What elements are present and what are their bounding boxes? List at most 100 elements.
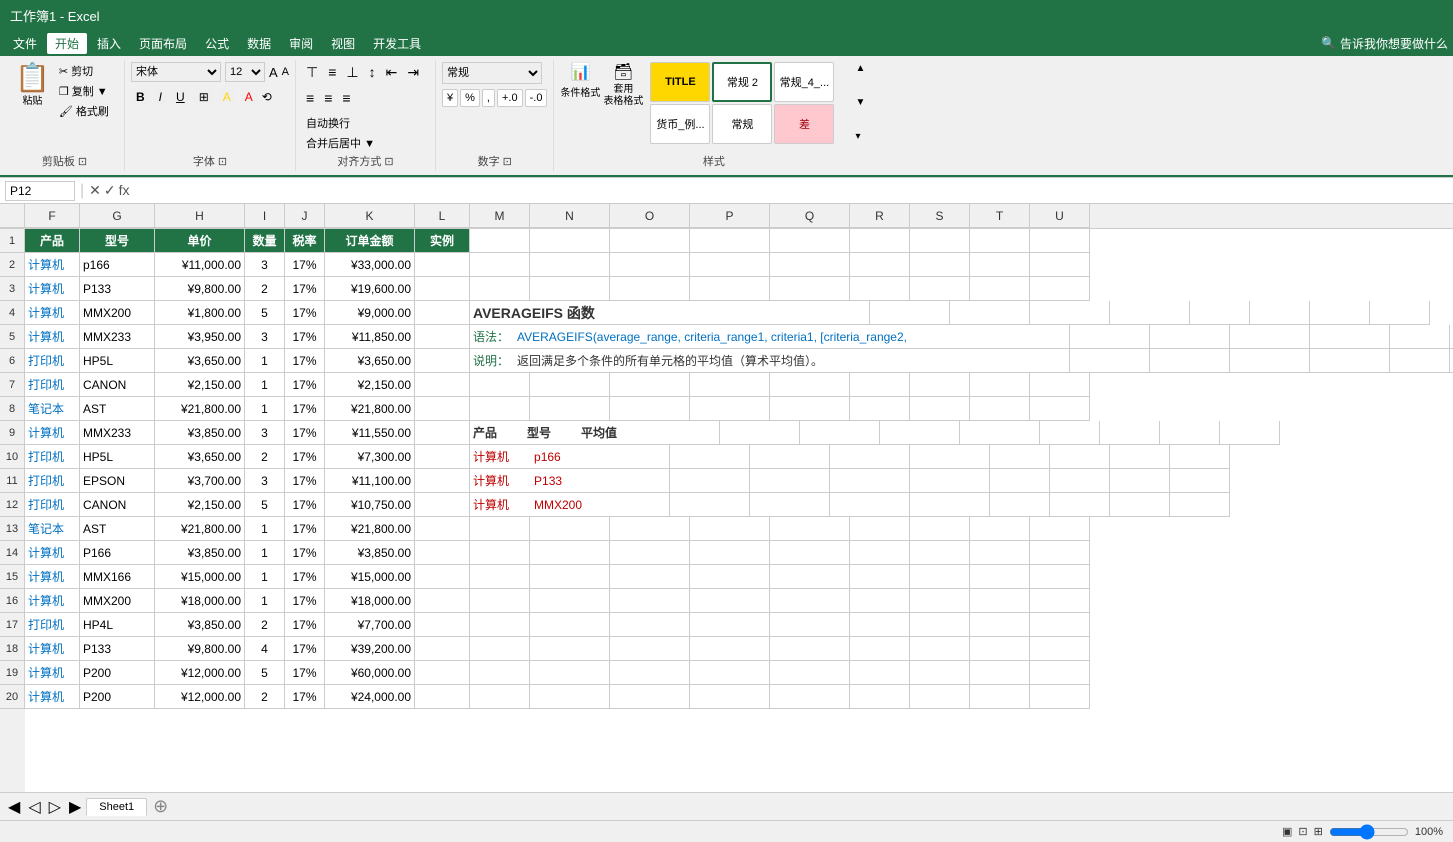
cell-r8[interactable] (850, 397, 910, 421)
copy-button[interactable]: ❒ 复制 ▼ (56, 82, 112, 100)
font-size-increase-button[interactable]: A (269, 65, 278, 80)
row-header-10[interactable]: 10 (0, 445, 25, 469)
insert-function-button[interactable]: fx (119, 182, 130, 199)
cell-m9[interactable]: 产品型号平均值 (470, 421, 720, 445)
cell-g3[interactable]: P133 (80, 277, 155, 301)
cell-j10[interactable]: 17% (285, 445, 325, 469)
cell-j3[interactable]: 17% (285, 277, 325, 301)
cell-p19[interactable] (690, 661, 770, 685)
cell-k16[interactable]: ¥18,000.00 (325, 589, 415, 613)
cell-k9[interactable]: ¥11,550.00 (325, 421, 415, 445)
cell-l9[interactable] (415, 421, 470, 445)
cell-l4[interactable] (415, 301, 470, 325)
cell-o17[interactable] (610, 613, 690, 637)
style-scroll-down-button[interactable]: ▼ (853, 96, 867, 110)
cell-s18[interactable] (910, 637, 970, 661)
cell-m3[interactable] (470, 277, 530, 301)
cell-n15[interactable] (530, 565, 610, 589)
row-header-6[interactable]: 6 (0, 349, 25, 373)
cell-q20[interactable] (770, 685, 850, 709)
cell-u18[interactable] (1030, 637, 1090, 661)
cell-n19[interactable] (530, 661, 610, 685)
cell-j7[interactable]: 17% (285, 373, 325, 397)
cell-j8[interactable]: 17% (285, 397, 325, 421)
font-size-decrease-button[interactable]: A (282, 66, 289, 78)
align-bottom-button[interactable]: ⊥ (342, 62, 362, 83)
row-header-20[interactable]: 20 (0, 685, 25, 709)
row-header-18[interactable]: 18 (0, 637, 25, 661)
cell-g20[interactable]: P200 (80, 685, 155, 709)
cell-g6[interactable]: HP5L (80, 349, 155, 373)
row-header-8[interactable]: 8 (0, 397, 25, 421)
cell-q11[interactable] (910, 469, 990, 493)
align-right-button[interactable]: ≡ (338, 88, 354, 108)
cell-i5[interactable]: 3 (245, 325, 285, 349)
cell-l19[interactable] (415, 661, 470, 685)
cell-f12[interactable]: 打印机 (25, 493, 80, 517)
menu-search[interactable]: 🔍 告诉我你想要做什么 (1321, 35, 1448, 52)
tab-nav-left[interactable]: ◀ (5, 797, 23, 817)
border-button[interactable]: ⊞ (194, 88, 214, 106)
cell-k13[interactable]: ¥21,800.00 (325, 517, 415, 541)
cell-m17[interactable] (470, 613, 530, 637)
cell-f8[interactable]: 笔记本 (25, 397, 80, 421)
cell-m16[interactable] (470, 589, 530, 613)
cell-l15[interactable] (415, 565, 470, 589)
col-header-g[interactable]: G (80, 204, 155, 228)
cell-f5[interactable]: 计算机 (25, 325, 80, 349)
paste-button[interactable]: 📋 粘贴 (11, 62, 54, 109)
cell-l14[interactable] (415, 541, 470, 565)
cell-t20[interactable] (970, 685, 1030, 709)
cell-r18[interactable] (850, 637, 910, 661)
cell-n9[interactable] (720, 421, 800, 445)
bold-button[interactable]: B (131, 88, 150, 106)
sheet-tab-sheet1[interactable]: Sheet1 (86, 798, 147, 816)
tab-nav-next[interactable]: ▷ (46, 797, 64, 817)
cell-p9[interactable] (880, 421, 960, 445)
menu-developer[interactable]: 开发工具 (365, 33, 429, 54)
cell-o5[interactable] (1150, 325, 1230, 349)
cell-l11[interactable] (415, 469, 470, 493)
cell-f16[interactable]: 计算机 (25, 589, 80, 613)
cell-g11[interactable]: EPSON (80, 469, 155, 493)
cell-f1[interactable]: 产品 (25, 229, 80, 253)
cell-r13[interactable] (850, 517, 910, 541)
row-header-11[interactable]: 11 (0, 469, 25, 493)
cell-t9[interactable] (1160, 421, 1220, 445)
cell-t1[interactable] (970, 229, 1030, 253)
col-header-o[interactable]: O (610, 204, 690, 228)
indent-increase-button[interactable]: ⇥ (403, 62, 423, 83)
col-header-h[interactable]: H (155, 204, 245, 228)
fill-color-button[interactable]: A (218, 88, 236, 106)
cell-k6[interactable]: ¥3,650.00 (325, 349, 415, 373)
cell-j11[interactable]: 17% (285, 469, 325, 493)
cell-s15[interactable] (910, 565, 970, 589)
cell-i11[interactable]: 3 (245, 469, 285, 493)
cell-o14[interactable] (610, 541, 690, 565)
col-header-q[interactable]: Q (770, 204, 850, 228)
cell-s3[interactable] (910, 277, 970, 301)
cell-h8[interactable]: ¥21,800.00 (155, 397, 245, 421)
cell-s14[interactable] (910, 541, 970, 565)
cell-s8[interactable] (910, 397, 970, 421)
cell-n16[interactable] (530, 589, 610, 613)
cell-n17[interactable] (530, 613, 610, 637)
cell-i12[interactable]: 5 (245, 493, 285, 517)
alignment-expand-icon[interactable]: ⊡ (384, 155, 393, 168)
cell-f3[interactable]: 计算机 (25, 277, 80, 301)
col-header-f[interactable]: F (25, 204, 80, 228)
cell-q12[interactable] (910, 493, 990, 517)
cell-n1[interactable] (530, 229, 610, 253)
col-header-m[interactable]: M (470, 204, 530, 228)
cell-f14[interactable]: 计算机 (25, 541, 80, 565)
cell-r12[interactable] (990, 493, 1050, 517)
comma-button[interactable]: , (482, 89, 495, 107)
menu-page-layout[interactable]: 页面布局 (131, 33, 195, 54)
cell-r9[interactable] (1040, 421, 1100, 445)
col-header-p[interactable]: P (690, 204, 770, 228)
col-header-n[interactable]: N (530, 204, 610, 228)
cell-f4[interactable]: 计算机 (25, 301, 80, 325)
cell-t10[interactable] (1110, 445, 1170, 469)
row-header-4[interactable]: 4 (0, 301, 25, 325)
cell-q3[interactable] (770, 277, 850, 301)
